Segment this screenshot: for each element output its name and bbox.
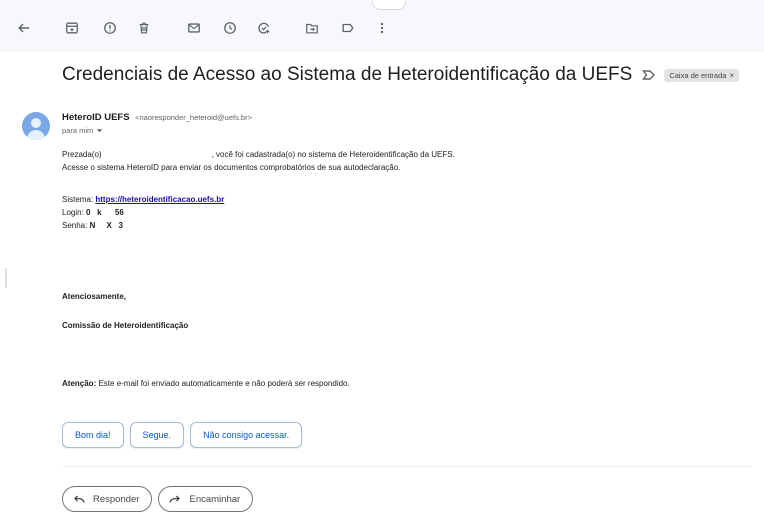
inbox-label-chip: Caixa de entrada ×: [664, 68, 740, 82]
toolbar-handle: [372, 0, 406, 10]
greeting-prefix: Prezada(o): [62, 150, 102, 159]
recipient-text: para mim: [62, 126, 94, 135]
reply-button[interactable]: Responder: [62, 486, 153, 512]
password-label: Senha:: [62, 221, 88, 230]
email-subject: Credenciais de Acesso ao Sistema de Hete…: [62, 64, 633, 85]
smart-replies: Bom dia! Segue. Não consigo acessar.: [62, 422, 303, 448]
divider: [62, 466, 752, 467]
inbox-label-text: Caixa de entrada: [669, 70, 727, 80]
recipient-dropdown[interactable]: para mim: [62, 126, 103, 135]
move-to-button[interactable]: [302, 18, 322, 38]
snooze-button[interactable]: [220, 18, 240, 38]
report-spam-button[interactable]: [100, 18, 120, 38]
login-label: Login:: [62, 208, 84, 217]
system-label: Sistema:: [62, 195, 94, 204]
forward-button[interactable]: Encaminhar: [158, 486, 254, 512]
edge-marker: [5, 268, 7, 288]
forward-label: Encaminhar: [189, 493, 241, 505]
chevron-down-icon: [97, 129, 103, 133]
label-icon: [342, 23, 354, 33]
reply-icon: [74, 495, 85, 503]
smart-reply-nao-consigo[interactable]: Não consigo acessar.: [190, 422, 303, 448]
closing-line: Atenciosamente,: [62, 292, 127, 301]
sender-name[interactable]: HeteroID UEFS: [62, 112, 130, 123]
greeting-suffix: , você foi cadastrada(o) no sistema de H…: [211, 150, 455, 159]
sender-line: HeteroID UEFS <naoresponder_heteroid@uef…: [62, 112, 252, 123]
more-options-icon: [380, 22, 384, 34]
instruction-line: Acesse o sistema HeteroID para enviar os…: [62, 163, 401, 172]
label-button[interactable]: [338, 18, 358, 38]
snooze-icon: [224, 22, 236, 34]
smart-reply-segue[interactable]: Segue.: [129, 422, 185, 448]
sender-avatar[interactable]: [22, 112, 50, 140]
reply-label: Responder: [93, 493, 140, 505]
message-actions: Responder Encaminhar: [62, 486, 254, 512]
password-line: Senha: N X 3: [62, 221, 123, 230]
forward-icon: [169, 495, 181, 503]
delete-button[interactable]: [134, 18, 154, 38]
archive-icon: [66, 22, 78, 34]
important-marker-icon[interactable]: [642, 69, 656, 81]
subject-row: Credenciais de Acesso ao Sistema de Hete…: [62, 62, 752, 88]
signature-line: Comissão de Heteroidentificação: [62, 321, 189, 330]
mark-unread-icon: [188, 23, 200, 33]
notice-text: Este e-mail foi enviado automaticamente …: [96, 379, 350, 388]
notice-label: Atenção:: [62, 379, 97, 388]
add-task-icon: [258, 22, 270, 34]
delete-icon: [139, 22, 149, 34]
back-icon: [18, 23, 30, 33]
archive-button[interactable]: [62, 18, 82, 38]
greeting-line: Prezada(o) , você foi cadastrada(o) no si…: [62, 150, 455, 159]
notice-line: Atenção: Este e-mail foi enviado automat…: [62, 379, 350, 388]
back-button[interactable]: [14, 18, 34, 38]
more-options-button[interactable]: [372, 18, 392, 38]
system-link[interactable]: https://heteroidentificacao.uefs.br: [95, 195, 224, 204]
toolbar: [0, 0, 764, 52]
password-value: N X 3: [89, 221, 123, 230]
remove-label-icon[interactable]: ×: [729, 71, 734, 80]
sender-email: <naoresponder_heteroid@uefs.br>: [135, 113, 252, 122]
move-to-icon: [306, 23, 318, 34]
login-value: 0 k 56: [86, 208, 124, 217]
system-line: Sistema: https://heteroidentificacao.uef…: [62, 195, 224, 204]
mark-unread-button[interactable]: [184, 18, 204, 38]
login-line: Login: 0 k 56: [62, 208, 124, 217]
report-spam-icon: [104, 22, 116, 34]
smart-reply-bom-dia[interactable]: Bom dia!: [62, 422, 124, 448]
add-task-button[interactable]: [254, 18, 274, 38]
